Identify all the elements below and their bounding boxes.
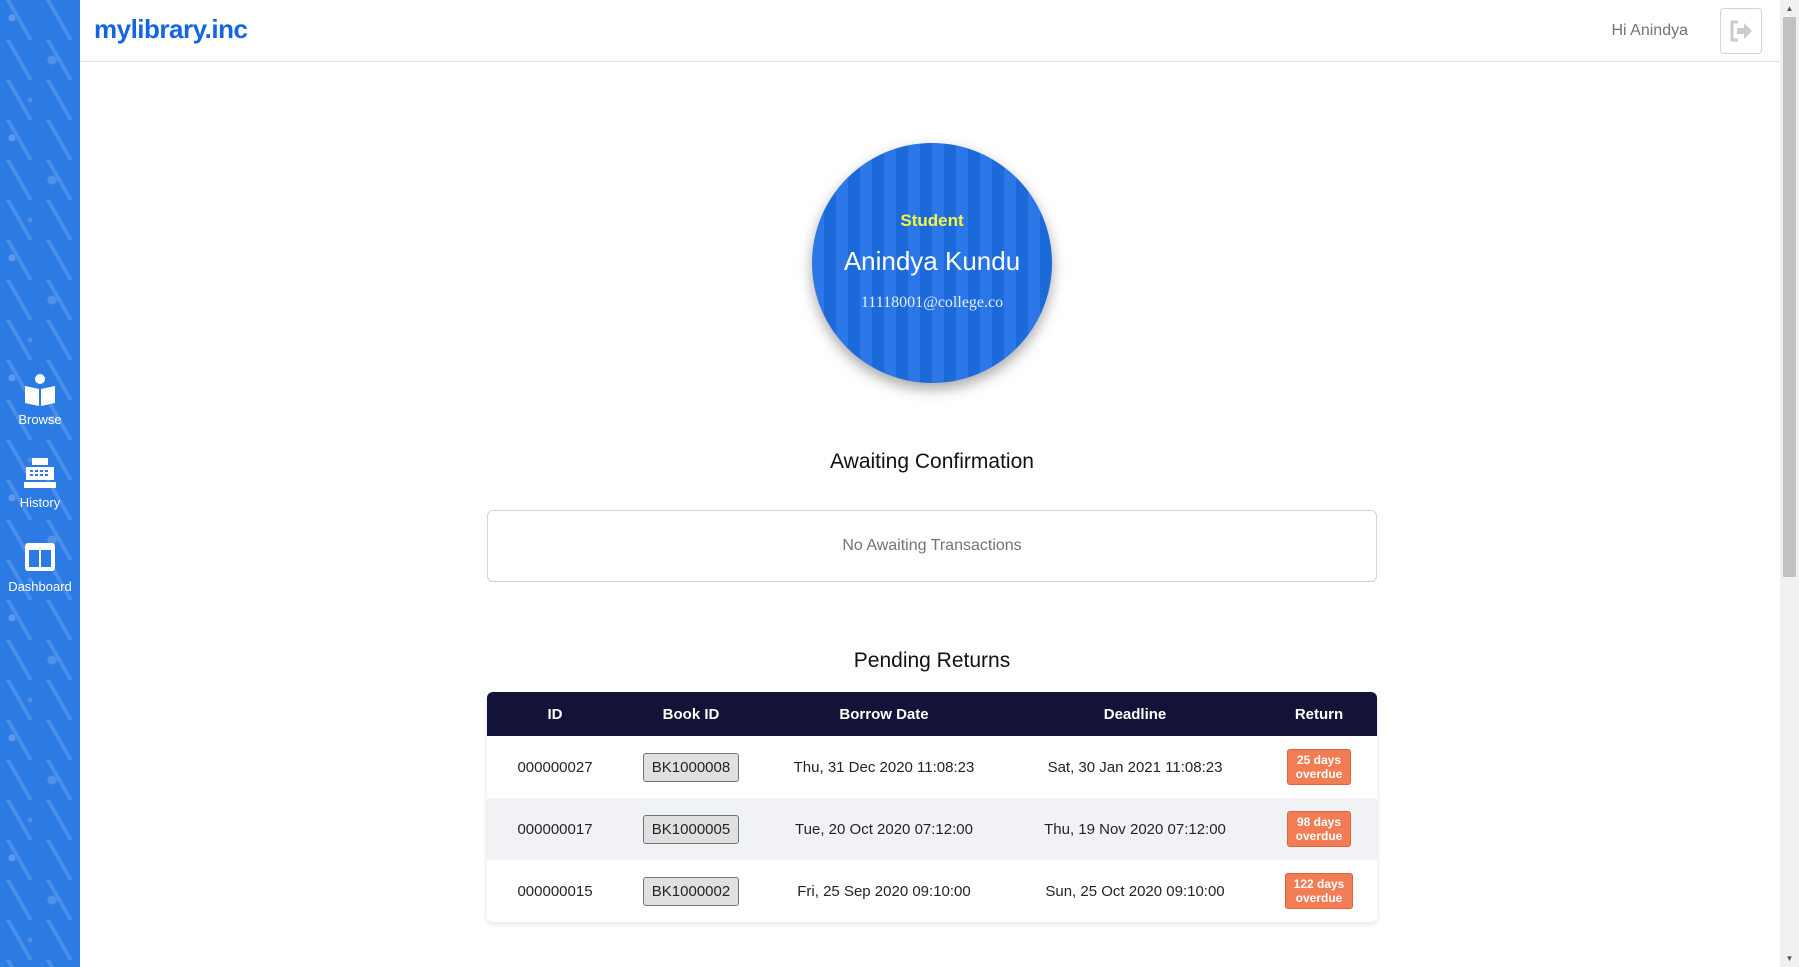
sidebar-item-label: Dashboard	[8, 579, 72, 594]
overdue-days: 122 days	[1293, 877, 1345, 891]
brand-logo[interactable]: mylibrary.inc	[94, 14, 248, 45]
book-id-button[interactable]: BK1000005	[642, 814, 740, 844]
awaiting-empty-state: No Awaiting Transactions	[487, 510, 1377, 582]
sidebar-item-dashboard[interactable]: Dashboard	[0, 539, 80, 594]
cell-borrow-date: Thu, 31 Dec 2020 11:08:23	[793, 758, 975, 776]
overdue-label: overdue	[1295, 891, 1343, 905]
scrollbar-thumb[interactable]	[1783, 17, 1796, 577]
overdue-days: 98 days	[1296, 815, 1342, 829]
cell-id: 000000015	[517, 882, 593, 900]
cell-deadline: Sun, 25 Oct 2020 09:10:00	[1045, 882, 1225, 900]
cell-borrow-date: Fri, 25 Sep 2020 09:10:00	[797, 882, 971, 900]
logout-button[interactable]	[1720, 8, 1762, 54]
sidebar-item-label: Browse	[18, 412, 62, 427]
user-name: Anindya Kundu	[843, 246, 1021, 276]
cell-deadline: Sat, 30 Jan 2021 11:08:23	[1047, 758, 1223, 776]
dashboard-icon	[25, 543, 55, 571]
top-navbar: mylibrary.inc Hi Anindya	[80, 0, 1780, 62]
user-greeting: Hi Anindya	[1611, 22, 1689, 39]
column-header-borrow-date: Borrow Date	[839, 705, 929, 723]
awaiting-confirmation-title: Awaiting Confirmation	[830, 450, 1034, 473]
book-icon	[25, 374, 55, 406]
page-scrollbar[interactable]: ▲ ▼	[1780, 0, 1799, 967]
overdue-return-button[interactable]: 122 days overdue	[1284, 873, 1354, 909]
scroll-up-arrow-icon[interactable]: ▲	[1780, 0, 1799, 17]
table-row: 000000027 BK1000008 Thu, 31 Dec 2020 11:…	[487, 736, 1377, 798]
column-header-return: Return	[1294, 705, 1344, 723]
overdue-label: overdue	[1295, 767, 1343, 781]
pending-returns-table: ID Book ID Borrow Date Deadline Return 0…	[487, 692, 1377, 922]
cell-return: 122 days overdue	[1261, 860, 1377, 922]
user-role: Student	[900, 211, 964, 230]
cell-book-id: BK1000005	[623, 798, 759, 860]
cell-book-id: BK1000008	[623, 736, 759, 798]
cell-return: 25 days overdue	[1261, 736, 1377, 798]
sidebar-item-label: History	[19, 495, 61, 510]
overdue-label: overdue	[1295, 829, 1343, 843]
sidebar-item-browse[interactable]: Browse	[0, 372, 80, 427]
scroll-down-arrow-icon[interactable]: ▼	[1780, 950, 1799, 967]
table-header-row: ID Book ID Borrow Date Deadline Return	[487, 692, 1377, 736]
sidebar-item-history[interactable]: History	[0, 455, 80, 510]
cell-id: 000000017	[517, 820, 593, 838]
cell-book-id: BK1000002	[623, 860, 759, 922]
column-header-book-id: Book ID	[662, 705, 720, 723]
cell-deadline: Thu, 19 Nov 2020 07:12:00	[1044, 820, 1226, 838]
profile-card: Student Anindya Kundu 11118001@college.c…	[812, 143, 1052, 383]
overdue-return-button[interactable]: 98 days overdue	[1286, 811, 1352, 847]
table-row: 000000015 BK1000002 Fri, 25 Sep 2020 09:…	[487, 860, 1377, 922]
user-email: 11118001@college.co	[860, 294, 1004, 311]
overdue-return-button[interactable]: 25 days overdue	[1286, 749, 1352, 785]
book-id-button[interactable]: BK1000008	[642, 752, 740, 782]
cell-return: 98 days overdue	[1261, 798, 1377, 860]
sidebar: Browse History Dashboard	[0, 0, 80, 967]
cell-id: 000000027	[517, 758, 593, 776]
overdue-days: 25 days	[1296, 753, 1342, 767]
register-icon	[24, 458, 56, 488]
column-header-id: ID	[547, 705, 563, 723]
sign-out-icon	[1730, 20, 1752, 42]
column-header-deadline: Deadline	[1103, 705, 1167, 723]
empty-state-text: No Awaiting Transactions	[842, 537, 1022, 554]
book-id-button[interactable]: BK1000002	[642, 876, 740, 906]
pending-returns-title: Pending Returns	[853, 649, 1011, 672]
cell-borrow-date: Tue, 20 Oct 2020 07:12:00	[795, 820, 973, 838]
table-row: 000000017 BK1000005 Tue, 20 Oct 2020 07:…	[487, 798, 1377, 860]
